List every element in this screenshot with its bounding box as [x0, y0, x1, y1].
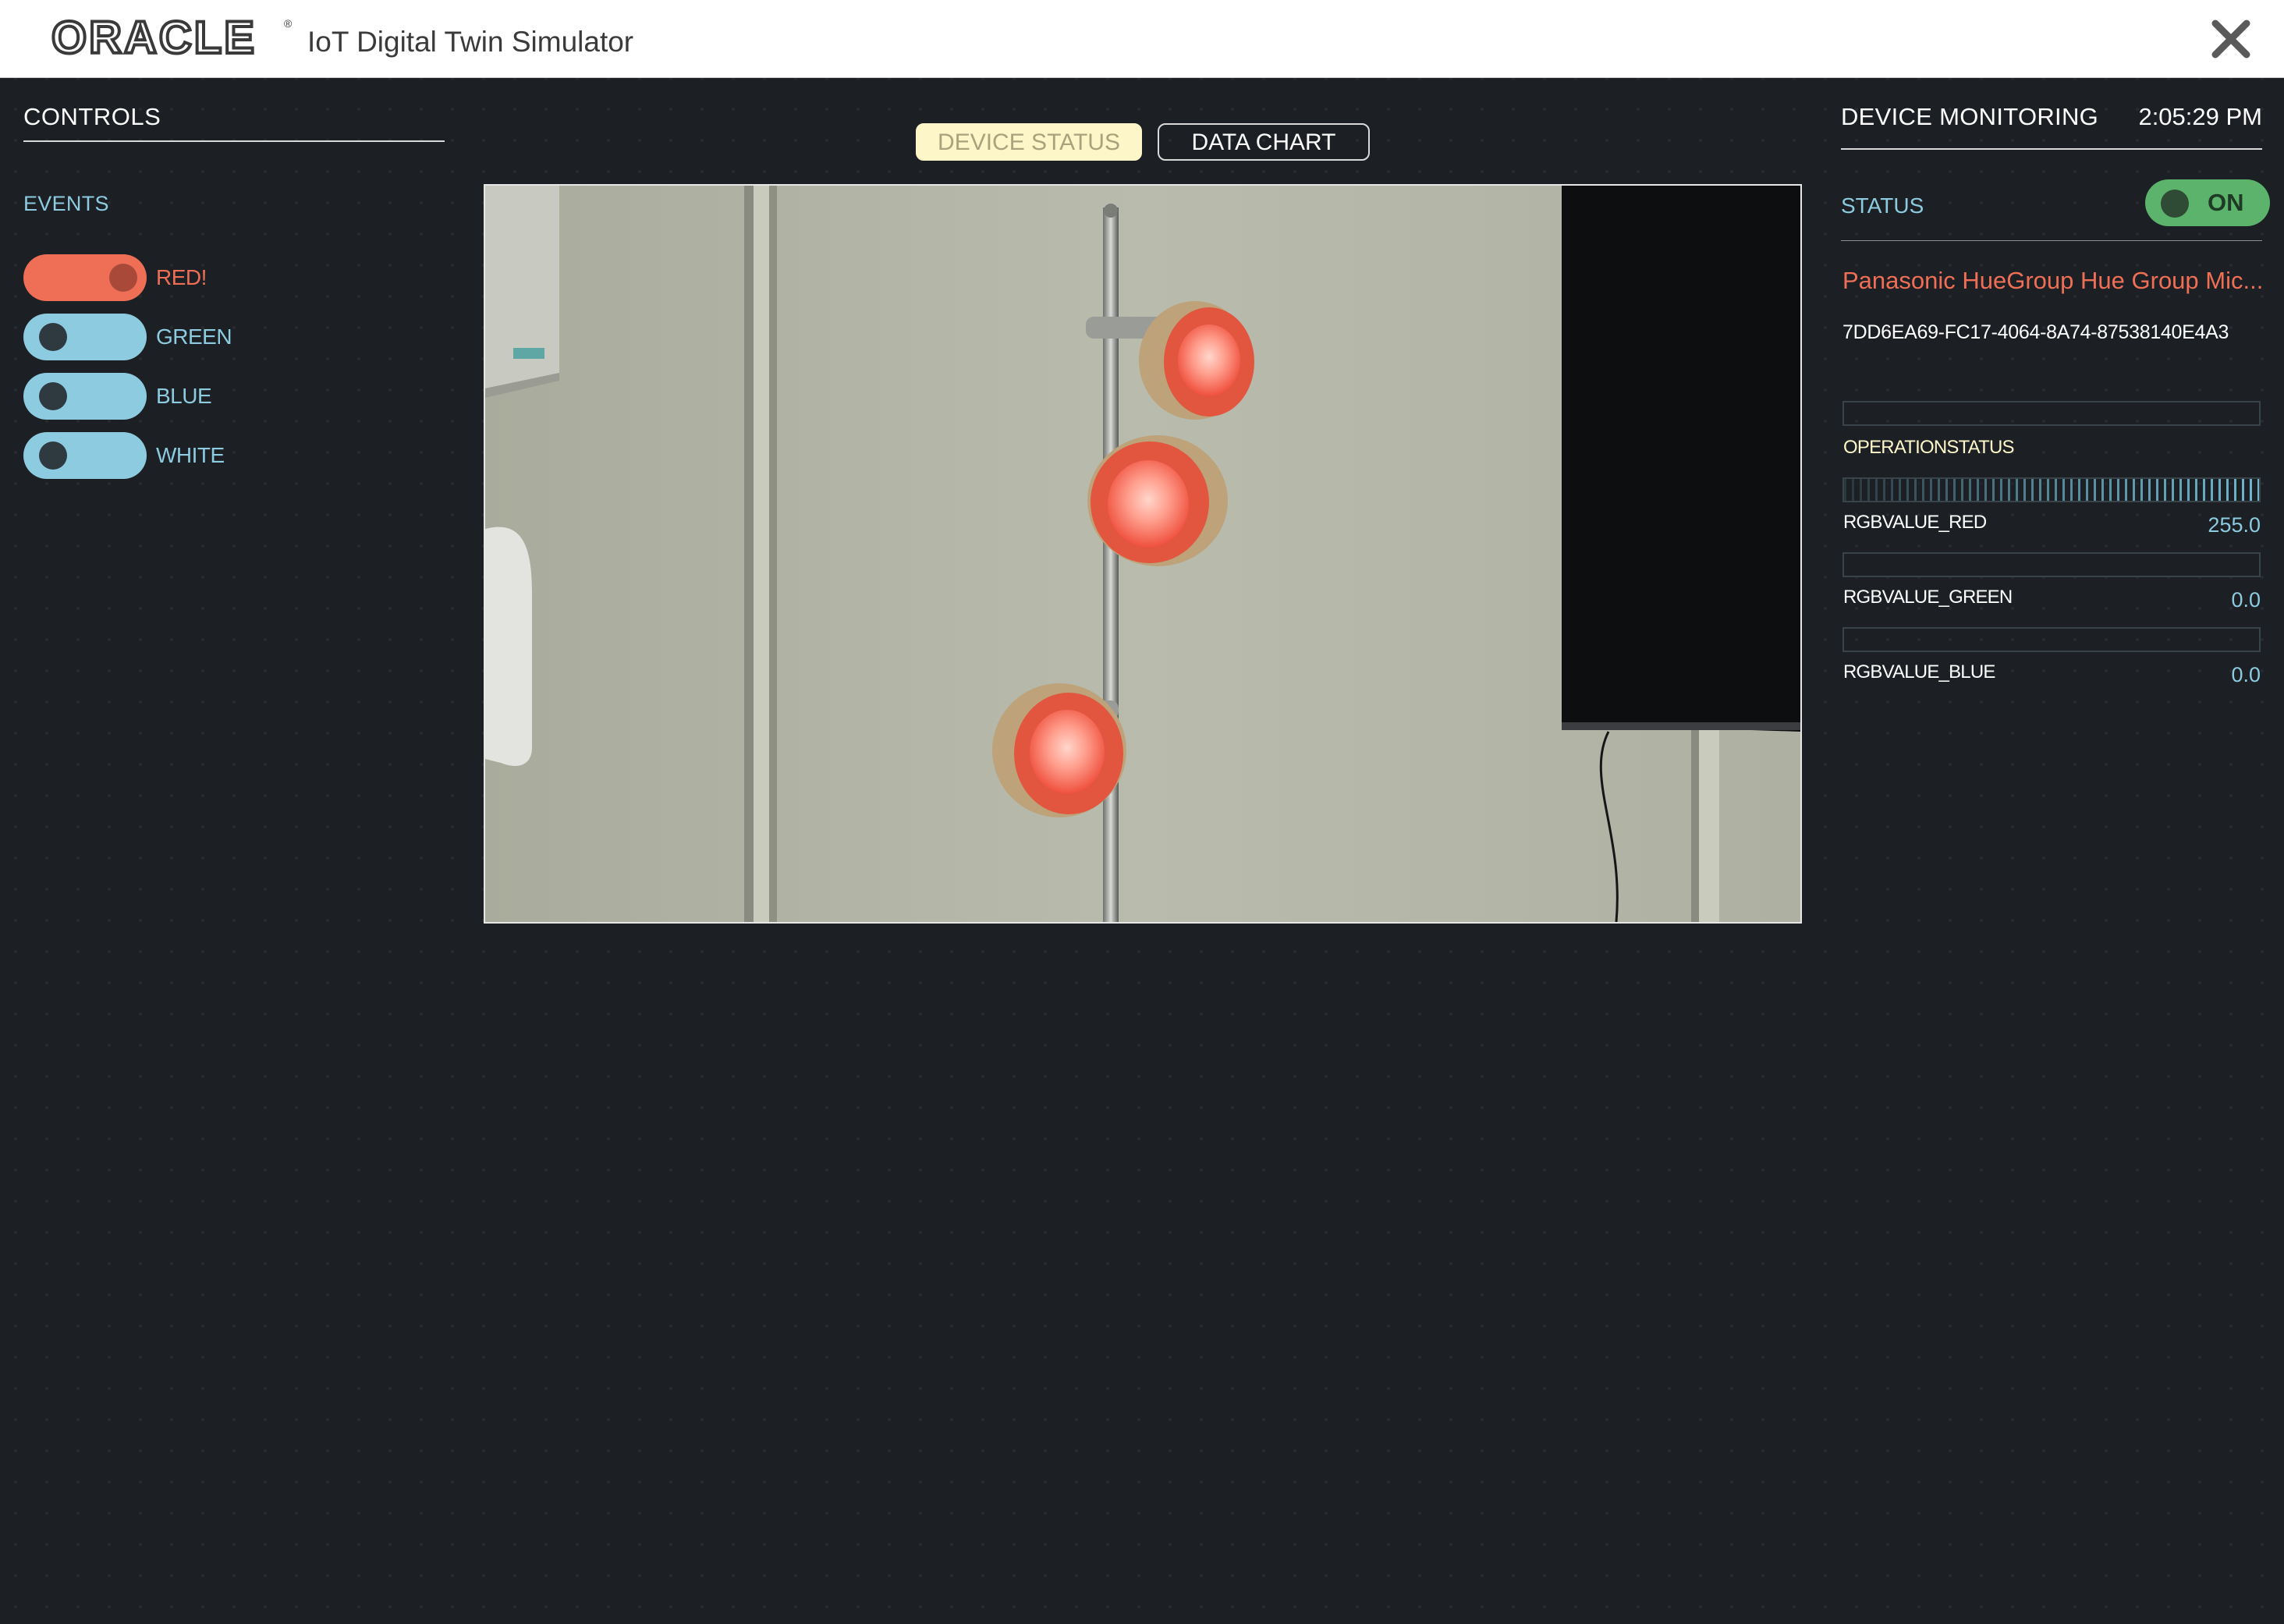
device-name: Panasonic HueGroup Hue Group Mic...: [1842, 267, 2264, 294]
event-toggle-blue[interactable]: BLUE: [23, 373, 445, 420]
close-icon: [2211, 20, 2250, 59]
toggle-knob: [39, 441, 67, 470]
tab-data-chart[interactable]: DATA CHART: [1158, 123, 1370, 161]
metric-label-rgbvalue-red: RGBVALUE_RED: [1843, 512, 1987, 533]
app-header: ORACLE ® IoT Digital Twin Simulator: [0, 0, 2284, 78]
controls-title: CONTROLS: [23, 103, 161, 130]
toggle-switch[interactable]: [23, 373, 147, 420]
metric-value-rgbvalue-red: 255.0: [2208, 513, 2261, 537]
toggle-switch[interactable]: [23, 254, 147, 301]
toggle-knob: [2161, 190, 2189, 218]
event-label-blue: BLUE: [156, 384, 212, 408]
status-label: STATUS: [1841, 193, 1924, 218]
event-toggle-red[interactable]: RED!: [23, 254, 445, 301]
controls-divider: [23, 140, 445, 142]
toggle-knob: [39, 323, 67, 351]
status-value: ON: [2208, 189, 2244, 216]
tab-device-status[interactable]: DEVICE STATUS: [916, 123, 1142, 161]
toggle-knob: [109, 264, 137, 292]
camera-scene: [485, 186, 1800, 922]
toggle-switch[interactable]: [23, 314, 147, 360]
toggle-knob: [39, 382, 67, 410]
metric-bar-operationstatus: [1842, 401, 2261, 426]
event-toggle-white[interactable]: WHITE: [23, 432, 445, 479]
metric-label-rgbvalue-blue: RGBVALUE_BLUE: [1843, 661, 1995, 683]
events-label: EVENTS: [23, 192, 109, 215]
monitoring-divider: [1841, 148, 2262, 150]
metric-label-operationstatus: OPERATIONSTATUS: [1843, 437, 2014, 458]
status-toggle[interactable]: ON: [2145, 179, 2270, 226]
event-label-green: GREEN: [156, 324, 232, 349]
status-divider: [1841, 240, 2262, 241]
oracle-logo: ORACLE: [50, 11, 257, 65]
metric-label-rgbvalue-green: RGBVALUE_GREEN: [1843, 587, 2013, 608]
device-id: 7DD6EA69-FC17-4064-8A74-87538140E4A3: [1842, 321, 2229, 343]
metric-value-rgbvalue-blue: 0.0: [2231, 663, 2261, 686]
clock: 2:05:29 PM: [2138, 103, 2262, 130]
metric-bar-rgbvalue-green: [1842, 552, 2261, 577]
registered-mark: ®: [284, 17, 293, 30]
close-button[interactable]: [2209, 17, 2253, 61]
metric-value-rgbvalue-green: 0.0: [2231, 588, 2261, 612]
metric-bar-rgbvalue-blue: [1842, 627, 2261, 652]
event-label-white: WHITE: [156, 443, 225, 467]
metric-bar-rgbvalue-red: [1842, 477, 2261, 502]
event-label-red: RED!: [156, 265, 207, 289]
toggle-switch[interactable]: [23, 432, 147, 479]
event-toggle-green[interactable]: GREEN: [23, 314, 445, 360]
metric-fill-fade: [1844, 479, 2259, 501]
camera-feed: [484, 184, 1802, 924]
app-title: IoT Digital Twin Simulator: [307, 26, 634, 58]
